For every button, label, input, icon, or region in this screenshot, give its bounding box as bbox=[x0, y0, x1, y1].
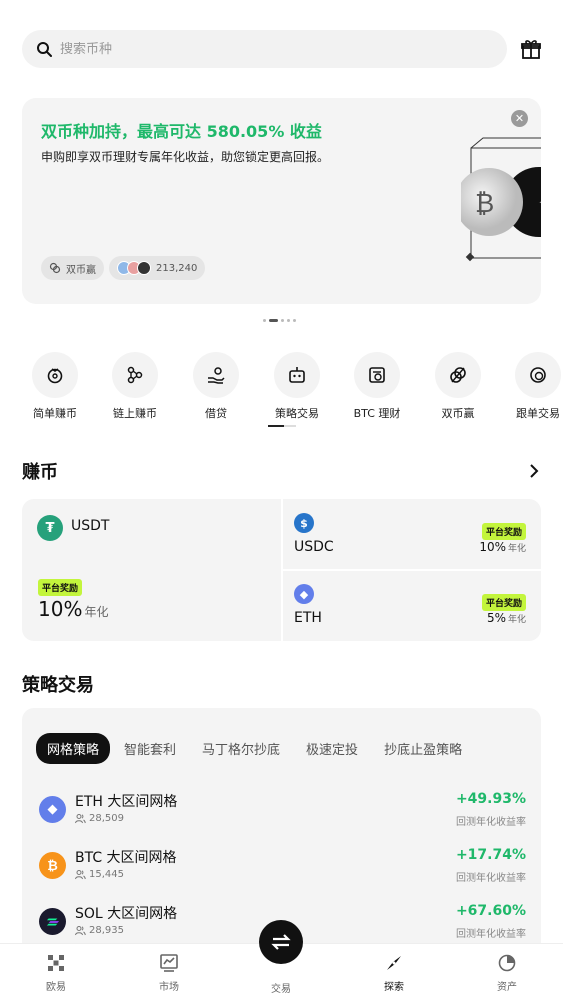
nav-okx[interactable]: 欧易 bbox=[26, 954, 86, 993]
tab-arbitrage[interactable]: 智能套利 bbox=[124, 739, 176, 758]
eth-reward-tag: 平台奖励 bbox=[481, 594, 526, 611]
swap-icon bbox=[271, 934, 291, 950]
quick-simple-earn[interactable]: 简单赚币 bbox=[20, 352, 90, 421]
loan-icon bbox=[208, 367, 225, 384]
robot-icon bbox=[289, 367, 305, 383]
bottom-nav: 欧易 市场 交易 探索 资产 bbox=[0, 920, 563, 1001]
dual-coin-chip[interactable]: 双币赢 bbox=[41, 256, 104, 280]
tab-grid[interactable]: 网格策略 bbox=[36, 733, 111, 764]
banner-pagination bbox=[263, 319, 296, 322]
search-input[interactable] bbox=[60, 41, 440, 57]
chip-label: 双币赢 bbox=[66, 264, 96, 276]
search-row bbox=[22, 30, 542, 68]
users-icon bbox=[75, 926, 86, 936]
chart-icon bbox=[160, 954, 178, 972]
dual-coin-icon bbox=[450, 367, 466, 383]
banner-title: 双币种加持，最高可达 580.05% 收益 bbox=[41, 122, 322, 141]
quick-dual-coin[interactable]: 双币赢 bbox=[423, 352, 493, 421]
btc-icon: ₿ bbox=[39, 852, 66, 879]
participants-count: 213,240 bbox=[156, 262, 198, 274]
usdc-name: USDC bbox=[294, 539, 334, 555]
tab-dca[interactable]: 极速定投 bbox=[306, 739, 358, 758]
eth-icon: ◆ bbox=[294, 584, 314, 604]
svg-text:✦: ✦ bbox=[538, 193, 541, 212]
dual-coin-icon bbox=[49, 262, 61, 274]
search-bar[interactable] bbox=[22, 30, 507, 68]
quick-btc-finance[interactable]: BTC 理财 bbox=[342, 352, 412, 421]
chevron-right-icon[interactable] bbox=[527, 464, 541, 478]
strategy-tabs: 网格策略 智能套利 马丁格尔抄底 极速定投 抄底止盈策略 bbox=[36, 733, 488, 764]
piggy-icon bbox=[47, 368, 63, 384]
users-icon bbox=[75, 814, 86, 824]
usdt-reward-tag: 平台奖励 bbox=[38, 579, 83, 596]
compass-icon bbox=[387, 956, 401, 970]
banner-illustration: ✦ ₿ bbox=[461, 137, 541, 262]
users-icon bbox=[75, 870, 86, 880]
nav-market[interactable]: 市场 bbox=[139, 954, 199, 993]
usdt-rate: 10% 年化 bbox=[38, 597, 109, 621]
sol-icon bbox=[39, 908, 66, 935]
usdt-icon: ₮ bbox=[37, 515, 63, 541]
promo-banner[interactable]: 双币种加持，最高可达 580.05% 收益 申购即享双币理财专属年化收益，助您锁… bbox=[22, 98, 541, 304]
trade-button[interactable] bbox=[259, 920, 303, 964]
usdc-reward-tag: 平台奖励 bbox=[481, 523, 526, 540]
nav-trade-label[interactable]: 交易 bbox=[251, 980, 311, 995]
strategy-section-title: 策略交易 bbox=[22, 675, 94, 696]
close-icon[interactable]: ✕ bbox=[511, 110, 528, 127]
usdc-rate: 10% 年化 bbox=[479, 540, 526, 554]
strategy-row[interactable]: ₿ BTC 大区间网格 15,445 +17.74% 回测年化收益率 bbox=[22, 841, 541, 891]
quick-onchain-earn[interactable]: 链上赚币 bbox=[100, 352, 170, 421]
nav-explore[interactable]: 探索 bbox=[364, 954, 424, 993]
quick-copy-trade[interactable]: 跟单交易 bbox=[503, 352, 563, 421]
quick-loan[interactable]: 借贷 bbox=[181, 352, 251, 421]
pie-chart-icon bbox=[498, 954, 516, 972]
okx-logo-icon bbox=[48, 955, 64, 971]
banner-subtitle: 申购即享双币理财专属年化收益，助您锁定更高回报。 bbox=[41, 150, 330, 164]
avatar bbox=[137, 261, 151, 275]
usdc-icon: $ bbox=[294, 513, 314, 533]
gift-icon[interactable] bbox=[520, 38, 542, 60]
eth-name: ETH bbox=[294, 610, 322, 626]
eth-icon: ◆ bbox=[39, 796, 66, 823]
btc-wallet-icon bbox=[369, 367, 385, 383]
tab-dip-takeprofit[interactable]: 抄底止盈策略 bbox=[384, 739, 462, 758]
avatar-group bbox=[117, 261, 151, 275]
copy-trade-icon bbox=[530, 367, 546, 383]
participants-chip: 213,240 bbox=[109, 256, 206, 280]
quick-strategy-trade[interactable]: 策略交易 bbox=[262, 352, 332, 421]
quick-scroll-indicator bbox=[268, 425, 296, 427]
tab-martingale[interactable]: 马丁格尔抄底 bbox=[202, 739, 280, 758]
search-icon bbox=[37, 42, 52, 57]
earn-card: ₮ USDT 平台奖励 10% 年化 $ USDC 平台奖励 10% 年化 ◆ ET… bbox=[22, 499, 541, 641]
earn-section-title: 赚币 bbox=[22, 462, 58, 483]
usdt-name: USDT bbox=[71, 518, 110, 534]
eth-rate: 5% 年化 bbox=[486, 611, 526, 625]
quick-entries: 简单赚币 链上赚币 借贷 策略交易 BTC 理财 双币赢 跟单交易 bbox=[0, 352, 563, 421]
nav-assets[interactable]: 资产 bbox=[477, 954, 537, 993]
chain-icon bbox=[127, 366, 143, 384]
svg-text:₿: ₿ bbox=[475, 189, 494, 219]
strategy-row[interactable]: ◆ ETH 大区间网格 28,509 +49.93% 回测年化收益率 bbox=[22, 785, 541, 835]
